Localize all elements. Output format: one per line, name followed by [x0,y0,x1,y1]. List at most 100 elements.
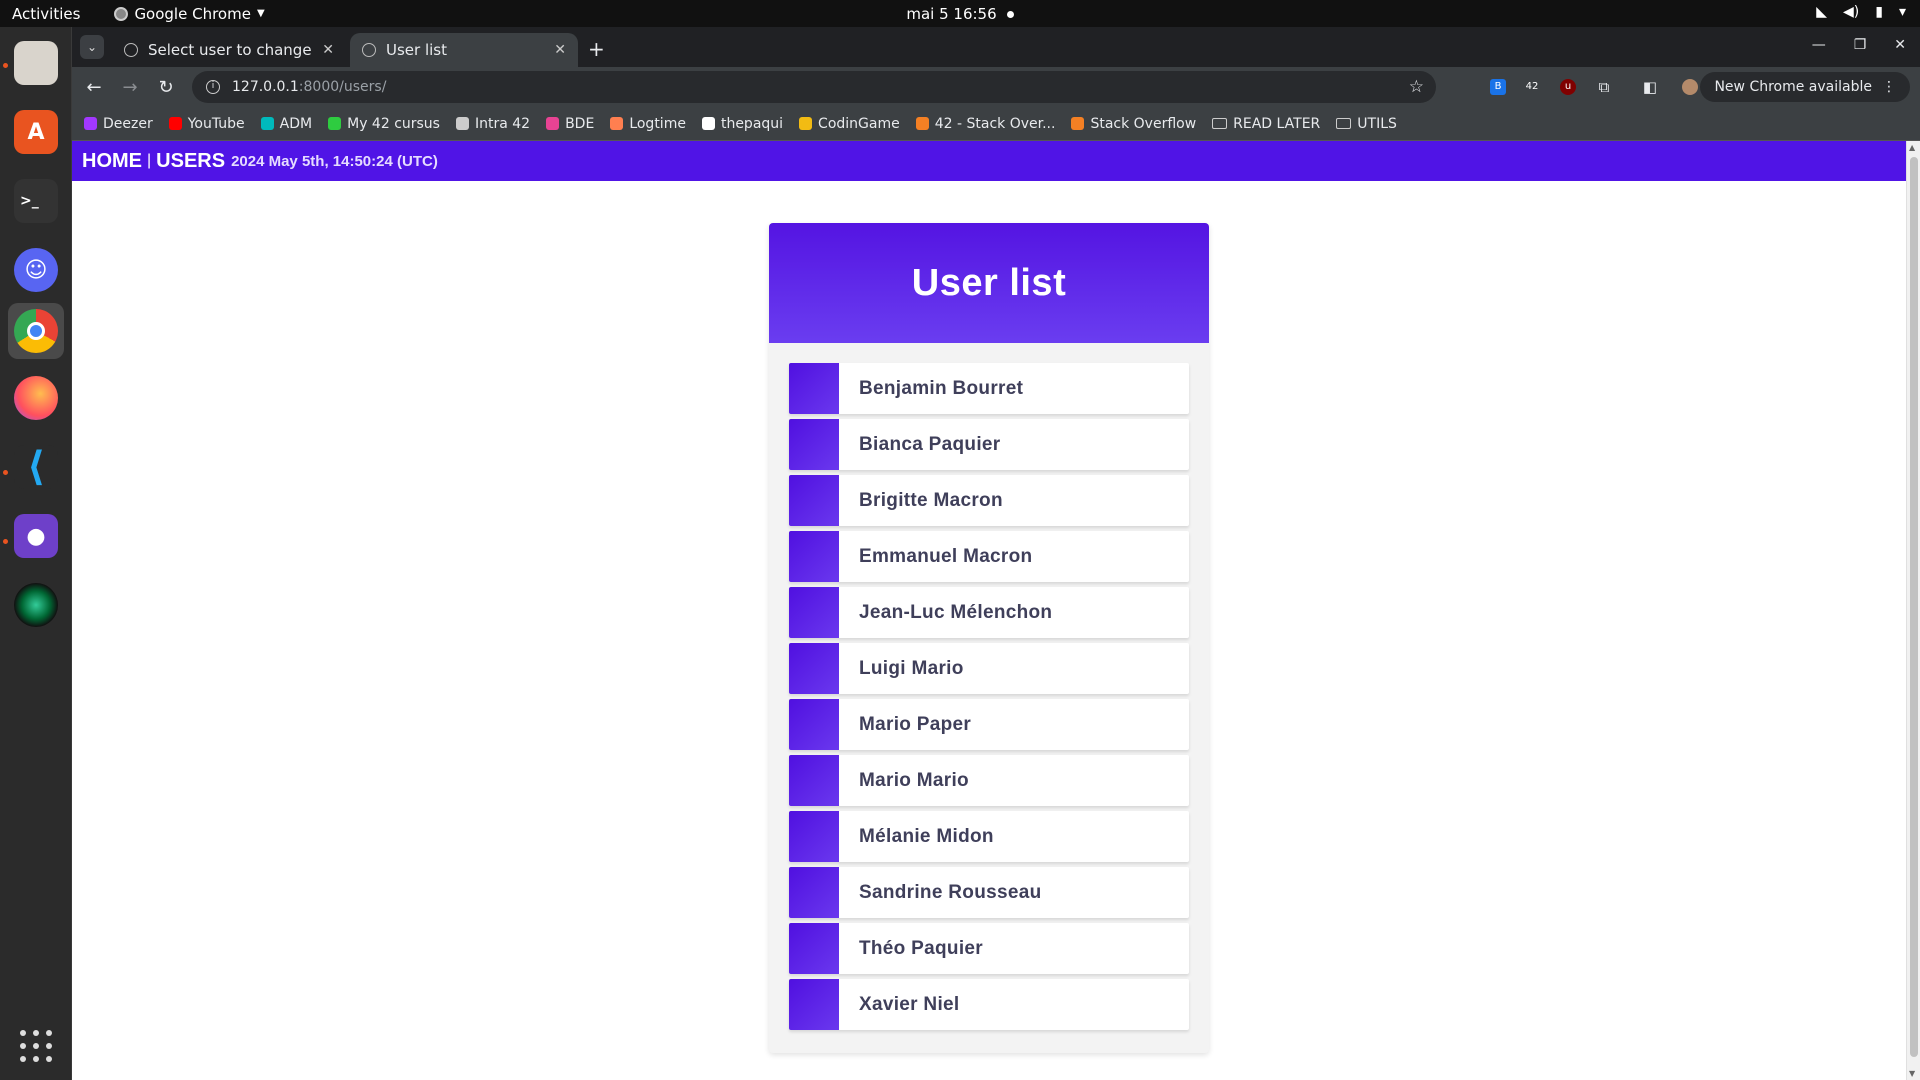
bookmarks-bar: Deezer YouTube ADM My 42 cursus Intra 42 BDE L… [72,107,1920,141]
dock-camera[interactable] [8,577,64,633]
nav-users-link[interactable]: USERS [156,150,225,173]
bookmark-item[interactable]: BDE [546,116,594,132]
address-bar[interactable]: i 127.0.0.1:8000/users/ ☆ [192,71,1436,103]
show-apps-icon[interactable] [20,1030,52,1062]
app-center-icon: A [14,110,58,154]
nav-home-link[interactable]: HOME [82,150,142,173]
user-name: Benjamin Bourret [859,377,1024,399]
bookmark-label: READ LATER [1233,115,1321,132]
close-tab-icon[interactable]: ✕ [554,42,566,58]
chrome-icon [114,6,129,21]
user-avatar-swatch [789,699,839,750]
notification-dot-icon [1006,10,1014,18]
profile-avatar[interactable] [1682,79,1698,95]
bookmark-label: thepaqui [720,115,784,132]
user-list-item[interactable]: Jean-Luc Mélenchon [789,587,1189,638]
new-tab-icon[interactable]: + [588,37,605,61]
activities-button[interactable]: Activities [12,5,80,23]
bookmark-label: My 42 cursus [347,115,440,132]
user-name: Mélanie Midon [859,825,994,847]
dock-discord[interactable]: ☺ [8,242,64,298]
bookmark-item[interactable]: thepaqui [701,115,784,132]
user-name: Mario Paper [859,713,972,735]
bookmark-favicon-icon [915,117,929,130]
page-title: User list [911,261,1067,304]
user-list-item[interactable]: Brigitte Macron [789,475,1189,526]
volume-icon: ◀) [1843,4,1860,20]
reload-icon[interactable]: ↻ [148,77,184,98]
bookmark-item[interactable]: Intra 42 [455,116,530,132]
bookmark-label: BDE [565,115,595,132]
page-scrollbar[interactable]: ▲ ▼ [1906,141,1920,1080]
bookmark-star-icon[interactable]: ☆ [1409,77,1424,97]
github-icon: ● [14,514,58,558]
user-list-item[interactable]: Luigi Mario [789,643,1189,694]
bookmark-item[interactable]: UTILS [1336,116,1397,132]
tab-select-user[interactable]: Select user to change | D ✕ [112,33,346,67]
minimize-icon[interactable]: — [1812,37,1826,53]
user-list-item[interactable]: Mélanie Midon [789,811,1189,862]
dock-github-desktop[interactable]: ● [8,508,64,564]
user-list-item[interactable]: Mario Paper [789,699,1189,750]
close-tab-icon[interactable]: ✕ [322,42,334,58]
system-tray[interactable]: ◣ ◀) ▮ ▾ [1816,4,1906,20]
extension-42-icon[interactable]: 42 [1524,79,1540,95]
user-list: Benjamin Bourret Bianca Paquier Brigitte M… [769,343,1209,1055]
site-info-icon[interactable]: i [206,80,220,94]
bookmark-favicon-icon [168,117,182,130]
dock-chrome[interactable] [8,303,64,359]
user-list-item[interactable]: Mario Mario [789,755,1189,806]
update-chrome-button[interactable]: New Chrome available ⋮ [1700,72,1910,102]
bookmark-item[interactable]: My 42 cursus [328,116,440,132]
bookmark-label: CodinGame [818,115,900,132]
bookmark-label: UTILS [1357,115,1397,132]
bookmark-label: 42 - Stack Over... [934,115,1056,132]
dock-vscode[interactable]: ⟨ [8,439,64,495]
bookmark-item[interactable]: YouTube [168,116,245,132]
dock-terminal[interactable]: >_ [8,173,64,229]
close-window-icon[interactable]: ✕ [1894,37,1906,53]
system-top-bar: Activities Google Chrome ▼ mai 5 16:56 ◣… [0,0,1920,27]
bookmark-label: Stack Overflow [1090,115,1197,132]
bookmark-item[interactable]: Logtime [610,116,686,132]
clock-label: mai 5 16:56 [906,4,997,23]
tab-search-button[interactable]: ⌄ [80,35,104,59]
ublock-icon[interactable]: u [1560,79,1576,95]
bookmark-favicon-icon [546,117,560,130]
folder-icon [1336,118,1352,129]
bookmark-label: Deezer [103,115,153,132]
scroll-down-icon[interactable]: ▼ [1909,1069,1915,1078]
forward-icon[interactable]: → [112,77,148,98]
user-list-item[interactable]: Bianca Paquier [789,419,1189,470]
user-name: Xavier Niel [859,993,960,1015]
user-list-item[interactable]: Sandrine Rousseau [789,867,1189,918]
user-list-item[interactable]: Benjamin Bourret [789,363,1189,414]
bookmark-item[interactable]: Deezer [84,116,153,132]
dock-app-center[interactable]: A [8,104,64,160]
scroll-up-icon[interactable]: ▲ [1909,143,1915,152]
user-list-item[interactable]: Théo Paquier [789,923,1189,974]
clock[interactable]: mai 5 16:56 [0,5,1920,23]
extensions-puzzle-icon[interactable]: ⧉ [1596,79,1612,95]
user-list-item[interactable]: Xavier Niel [789,979,1189,1030]
back-icon[interactable]: ← [76,77,112,98]
bookmark-item[interactable]: Stack Overflow [1071,116,1196,132]
bookmark-item[interactable]: 42 - Stack Over... [915,115,1056,132]
user-avatar-swatch [789,923,839,974]
bookmark-item[interactable]: ADM [260,116,312,132]
dock-firefox[interactable] [8,370,64,426]
bookmark-item[interactable]: CodinGame [799,116,900,132]
extension-icon[interactable]: B [1490,79,1506,95]
chrome-window: ⌄ Select user to change | D ✕ User list … [72,27,1920,1080]
dock-files[interactable] [8,35,64,91]
tab-user-list[interactable]: User list ✕ [350,33,578,67]
maximize-icon[interactable]: ❐ [1854,37,1867,53]
side-panel-icon[interactable]: ◧ [1642,79,1658,95]
user-list-item[interactable]: Emmanuel Macron [789,531,1189,582]
user-name: Emmanuel Macron [859,545,1033,567]
terminal-icon: >_ [14,179,58,223]
bookmark-item[interactable]: READ LATER [1212,116,1320,132]
scrollbar-thumb[interactable] [1910,157,1918,1057]
files-icon [14,41,58,85]
app-menu[interactable]: Google Chrome ▼ [114,5,265,23]
